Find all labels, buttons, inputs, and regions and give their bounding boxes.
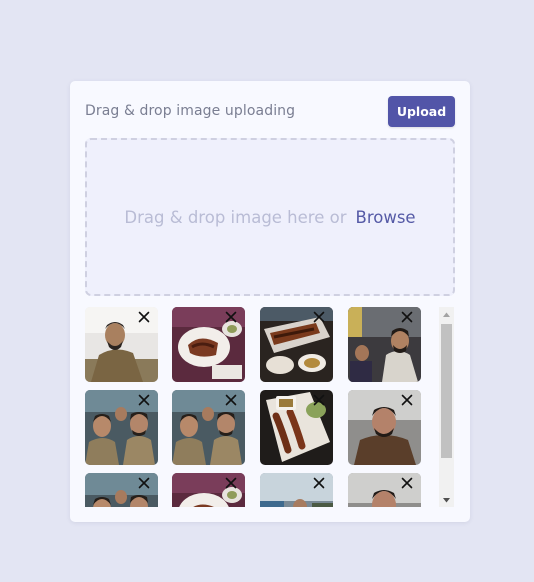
image-thumbnail[interactable] xyxy=(85,473,158,507)
image-thumbnail[interactable] xyxy=(172,390,245,465)
image-thumbnail[interactable] xyxy=(260,473,333,507)
image-thumbnail[interactable] xyxy=(85,307,158,382)
close-icon xyxy=(313,311,325,323)
drop-zone[interactable]: Drag & drop image here or Browse xyxy=(85,138,455,296)
scroll-thumb[interactable] xyxy=(441,324,452,458)
image-thumbnail[interactable] xyxy=(172,307,245,382)
remove-image-button[interactable] xyxy=(137,393,151,407)
close-icon xyxy=(138,311,150,323)
remove-image-button[interactable] xyxy=(400,393,414,407)
image-thumbnail[interactable] xyxy=(260,390,333,465)
scroll-down-arrow-icon[interactable] xyxy=(439,493,454,507)
close-icon xyxy=(313,477,325,489)
close-icon xyxy=(138,394,150,406)
close-icon xyxy=(401,477,413,489)
scroll-up-arrow-icon[interactable] xyxy=(439,307,454,321)
browse-link[interactable]: Browse xyxy=(356,208,416,227)
remove-image-button[interactable] xyxy=(400,476,414,490)
close-icon xyxy=(313,394,325,406)
remove-image-button[interactable] xyxy=(224,476,238,490)
remove-image-button[interactable] xyxy=(224,393,238,407)
close-icon xyxy=(225,394,237,406)
close-icon xyxy=(401,394,413,406)
image-gallery xyxy=(85,307,455,507)
remove-image-button[interactable] xyxy=(312,476,326,490)
remove-image-button[interactable] xyxy=(400,310,414,324)
image-thumbnail[interactable] xyxy=(172,473,245,507)
remove-image-button[interactable] xyxy=(312,393,326,407)
remove-image-button[interactable] xyxy=(224,310,238,324)
upload-button[interactable]: Upload xyxy=(388,96,455,127)
close-icon xyxy=(401,311,413,323)
image-thumbnail[interactable] xyxy=(260,307,333,382)
gallery-scrollbar[interactable] xyxy=(439,307,454,507)
close-icon xyxy=(225,477,237,489)
image-thumbnail[interactable] xyxy=(348,473,421,507)
remove-image-button[interactable] xyxy=(137,310,151,324)
remove-image-button[interactable] xyxy=(312,310,326,324)
image-thumbnail[interactable] xyxy=(348,307,421,382)
uploader-title: Drag & drop image uploading xyxy=(85,103,296,119)
image-thumbnail[interactable] xyxy=(348,390,421,465)
remove-image-button[interactable] xyxy=(137,476,151,490)
upload-card: Drag & drop image uploading Upload Drag … xyxy=(70,81,470,522)
close-icon xyxy=(138,477,150,489)
image-thumbnail[interactable] xyxy=(85,390,158,465)
close-icon xyxy=(225,311,237,323)
drop-zone-text: Drag & drop image here or xyxy=(124,207,347,227)
